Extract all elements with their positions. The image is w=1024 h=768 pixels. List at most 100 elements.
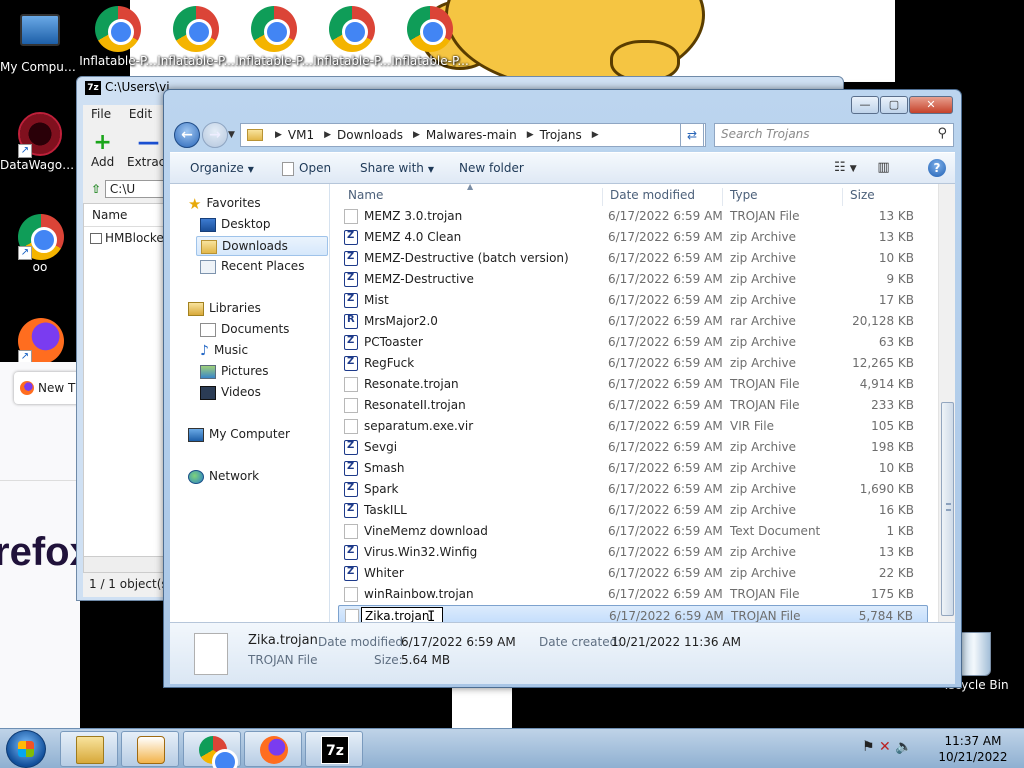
scrollbar-thumb[interactable] — [941, 402, 954, 616]
firefox-tab[interactable]: New T — [14, 372, 84, 404]
file-name: Sevgi — [364, 440, 398, 454]
sevenzip-address-input[interactable]: C:\U — [104, 180, 165, 198]
desktop-icon-my-computer[interactable]: My Computer — [0, 8, 80, 74]
menu-edit[interactable]: Edit — [129, 107, 152, 121]
table-row[interactable]: Mist 6/17/2022 6:59 AM zip Archive 17 KB — [338, 290, 928, 311]
desktop-icon-inflatable-2[interactable]: Inflatable-P... — [156, 6, 236, 68]
share-with-button[interactable]: Share with ▼ — [360, 161, 434, 175]
archive-icon — [344, 335, 358, 350]
table-row[interactable]: Smash 6/17/2022 6:59 AM zip Archive 10 KB — [338, 458, 928, 479]
nav-downloads[interactable]: Downloads — [196, 236, 328, 256]
table-row[interactable]: winRainbow.trojan 6/17/2022 6:59 AM TROJAN… — [338, 584, 928, 605]
close-button[interactable]: ✕ — [909, 96, 953, 114]
volume-icon[interactable]: 🔈 — [895, 739, 912, 755]
desktop-icon-datawagon[interactable]: ↗ DataWagon... — [0, 112, 80, 172]
action-center-icon[interactable]: ⚑ — [862, 739, 875, 755]
address-bar[interactable]: ▶ VM1 ▶ Downloads ▶ Malwares-main ▶ Troj… — [240, 123, 706, 147]
table-row[interactable]: VineMemz download 6/17/2022 6:59 AM Text D… — [338, 521, 928, 542]
organize-button[interactable]: Organize ▼ — [190, 161, 254, 175]
refresh-button[interactable]: ⇄ — [680, 123, 704, 147]
table-row[interactable]: MEMZ 4.0 Clean 6/17/2022 6:59 AM zip Archi… — [338, 227, 928, 248]
preview-pane-icon[interactable]: ▥ — [877, 160, 889, 175]
change-view-button[interactable]: ☷ ▼ ▥ — [834, 160, 890, 175]
open-button[interactable]: Open — [282, 161, 331, 176]
nav-pictures[interactable]: Pictures — [200, 364, 269, 384]
desktop-icon-inflatable-1[interactable]: Inflatable-P... — [78, 6, 158, 68]
taskbar-media-player-button[interactable] — [121, 731, 179, 767]
column-separator[interactable] — [602, 188, 603, 206]
desktop-icon-inflatable-5[interactable]: Inflatable-P... — [390, 6, 470, 68]
table-row[interactable]: MrsMajor2.0 6/17/2022 6:59 AM rar Archive 2… — [338, 311, 928, 332]
file-date-modified: 6/17/2022 6:59 AM — [608, 503, 723, 517]
start-button[interactable] — [6, 730, 46, 768]
network-status-icon[interactable]: ✕ — [879, 739, 891, 755]
nav-music[interactable]: ♪ Music — [200, 343, 248, 363]
breadcrumb-downloads[interactable]: Downloads — [337, 128, 403, 142]
table-row[interactable]: MEMZ-Destructive (batch version) 6/17/202… — [338, 248, 928, 269]
desktop-icon-inflatable-3[interactable]: Inflatable-P... — [234, 6, 314, 68]
table-row[interactable]: separatum.exe.vir 6/17/2022 6:59 AM VIR Fi… — [338, 416, 928, 437]
nav-libraries[interactable]: Libraries — [188, 301, 261, 321]
table-row[interactable]: Whiter 6/17/2022 6:59 AM zip Archive 22 KB — [338, 563, 928, 584]
taskbar-firefox-button[interactable] — [244, 731, 302, 767]
breadcrumb-separator-icon[interactable]: ▶ — [527, 130, 534, 140]
breadcrumb-trojans[interactable]: Trojans — [540, 128, 582, 142]
menu-file[interactable]: File — [91, 107, 111, 121]
nav-recent-places[interactable]: Recent Places — [200, 259, 304, 279]
minimize-button[interactable]: — — [851, 96, 879, 114]
table-row[interactable]: MEMZ-Destructive 6/17/2022 6:59 AM zip Arc… — [338, 269, 928, 290]
nav-my-computer[interactable]: My Computer — [188, 427, 290, 447]
add-button[interactable]: + Add — [91, 131, 114, 170]
column-separator[interactable] — [842, 188, 843, 206]
firefox-tab-label: New T — [38, 380, 76, 395]
breadcrumb-separator-icon[interactable]: ▶ — [592, 130, 599, 140]
search-input[interactable]: Search Trojans ⚲ — [714, 123, 954, 147]
column-header-name[interactable]: Name — [348, 188, 383, 208]
back-button[interactable]: ← — [174, 122, 200, 148]
search-icon[interactable]: ⚲ — [937, 126, 947, 141]
desktop-icon-label: Inflatable-P... — [391, 54, 469, 68]
column-header-size[interactable]: Size — [850, 188, 875, 208]
breadcrumb-malwares-main[interactable]: Malwares-main — [426, 128, 517, 142]
column-header-type[interactable]: Type — [730, 188, 758, 208]
desktop-icon-oo[interactable]: ↗ oo — [0, 214, 80, 274]
table-row[interactable]: Virus.Win32.Winfig 6/17/2022 6:59 AM zip A… — [338, 542, 928, 563]
column-header-date-modified[interactable]: Date modified — [610, 188, 695, 208]
nav-network[interactable]: Network — [188, 469, 259, 489]
file-icon — [344, 209, 358, 224]
taskbar-chrome-button[interactable] — [183, 731, 241, 768]
desktop-icon-inflatable-4[interactable]: Inflatable-P... — [312, 6, 392, 68]
taskbar-7zip-button[interactable]: 7z — [305, 731, 363, 767]
new-folder-button[interactable]: New folder — [459, 161, 524, 175]
list-item[interactable]: HMBlocke — [84, 227, 164, 249]
breadcrumb-separator-icon[interactable]: ▶ — [275, 130, 282, 140]
details-date-created: 10/21/2022 11:36 AM — [611, 635, 741, 649]
table-row[interactable]: Sevgi 6/17/2022 6:59 AM zip Archive 198 KB — [338, 437, 928, 458]
nav-videos[interactable]: Videos — [200, 385, 261, 405]
breadcrumb-vm1[interactable]: VM1 — [288, 128, 314, 142]
breadcrumb-separator-icon[interactable]: ▶ — [324, 130, 331, 140]
table-row[interactable]: Resonate.trojan 6/17/2022 6:59 AM TROJAN F… — [338, 374, 928, 395]
nav-documents[interactable]: Documents — [200, 322, 289, 342]
breadcrumb-separator-icon[interactable]: ▶ — [413, 130, 420, 140]
column-header-name[interactable]: Name — [84, 204, 164, 227]
table-row[interactable]: ResonateII.trojan 6/17/2022 6:59 AM TROJAN… — [338, 395, 928, 416]
table-row[interactable]: PCToaster 6/17/2022 6:59 AM zip Archive 63 … — [338, 332, 928, 353]
nav-favorites[interactable]: ★ Favorites — [188, 196, 261, 216]
up-folder-icon[interactable]: ⇧ — [91, 182, 101, 196]
table-row[interactable]: Spark 6/17/2022 6:59 AM zip Archive 1,690 K… — [338, 479, 928, 500]
recent-pages-dropdown[interactable]: ▼ — [228, 130, 235, 140]
desktop-icon-firefox[interactable]: ↗ — [0, 318, 80, 364]
help-button[interactable]: ? — [928, 159, 946, 177]
taskbar-explorer-button[interactable] — [60, 731, 118, 767]
clock[interactable]: 11:37 AM 10/21/2022 — [930, 733, 1016, 765]
horizontal-scrollbar[interactable] — [84, 556, 164, 572]
maximize-button[interactable]: ▢ — [880, 96, 908, 114]
column-separator[interactable] — [722, 188, 723, 206]
forward-button[interactable]: → — [202, 122, 228, 148]
table-row[interactable]: MEMZ 3.0.trojan 6/17/2022 6:59 AM TROJAN F… — [338, 206, 928, 227]
table-row[interactable]: TaskILL 6/17/2022 6:59 AM zip Archive 16 KB — [338, 500, 928, 521]
vertical-scrollbar[interactable] — [938, 184, 955, 622]
table-row[interactable]: RegFuck 6/17/2022 6:59 AM zip Archive 12,26… — [338, 353, 928, 374]
nav-desktop[interactable]: Desktop — [200, 217, 271, 237]
